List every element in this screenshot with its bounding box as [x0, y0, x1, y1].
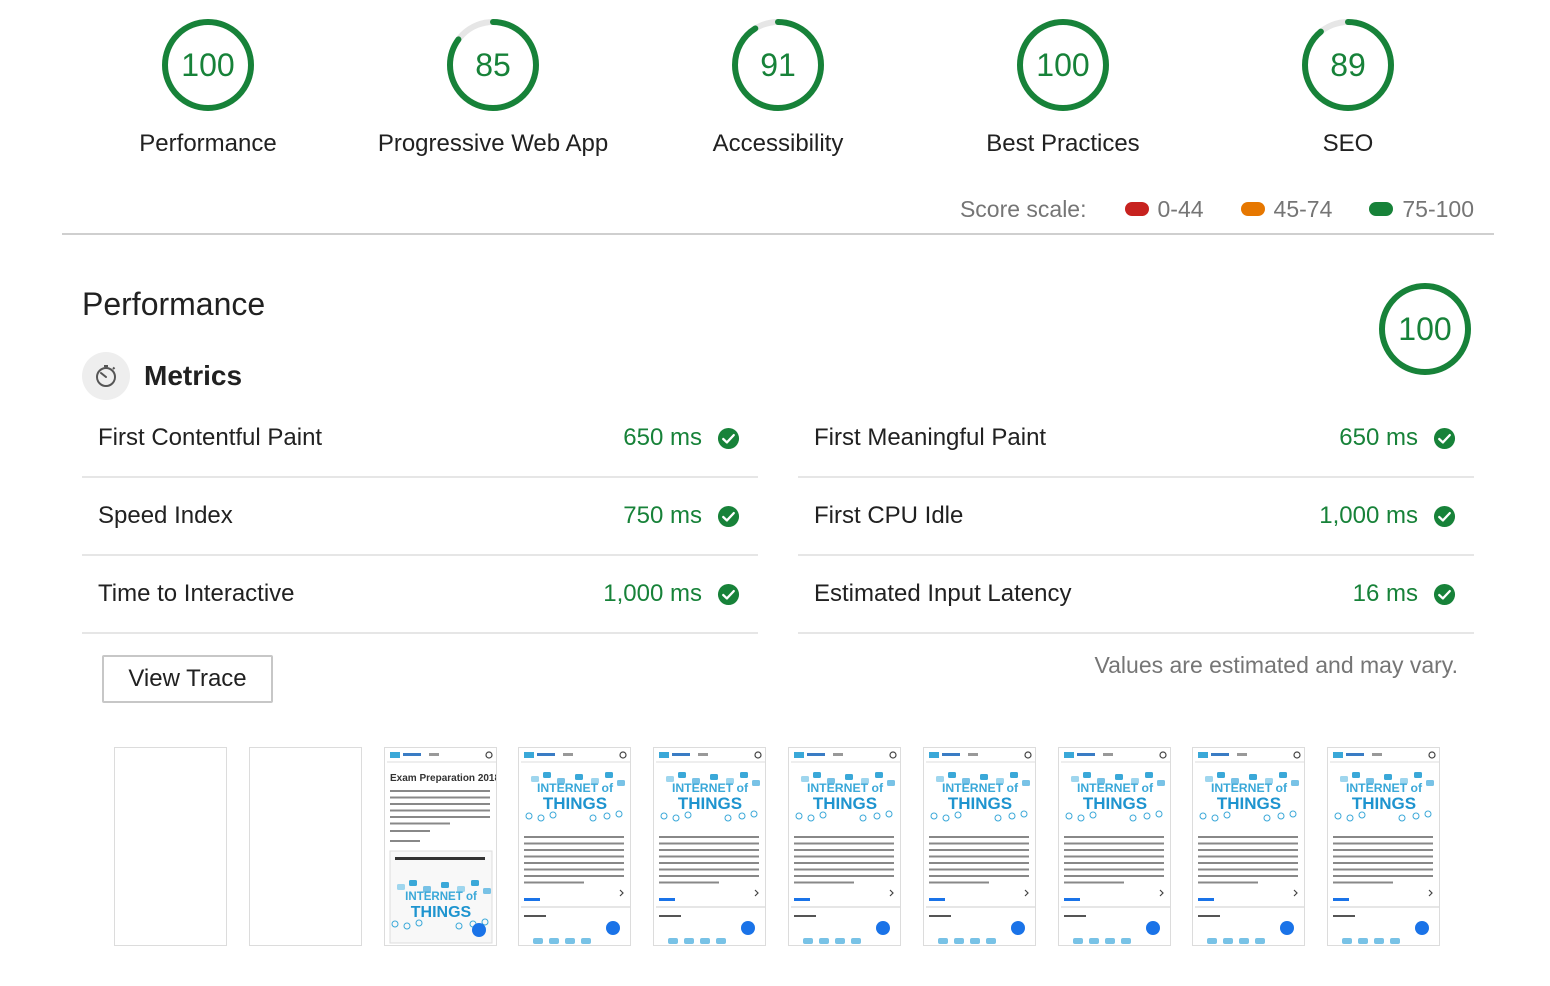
filmstrip-frame: INTERNET of THINGS	[1057, 747, 1171, 946]
metric-name: Speed Index	[98, 502, 233, 529]
metric-value: 750 ms	[623, 502, 702, 529]
scale-item-fail: 0-44	[1124, 192, 1204, 226]
metric-speed-index: Speed Index 750 ms	[82, 478, 758, 556]
metrics-title: Metrics	[144, 360, 243, 391]
metric-first-cpu-idle: First CPU Idle 1,000 ms	[798, 478, 1474, 556]
filmstrip-frame: INTERNET of THINGS	[653, 747, 767, 946]
metric-value: 1,000 ms	[1319, 502, 1418, 529]
page-thumbnail: INTERNET ofTHINGS	[925, 751, 1035, 944]
svg-text:THINGS: THINGS	[1217, 794, 1281, 813]
gauge-performance[interactable]: 100 Performance	[78, 17, 338, 158]
score-scale: Score scale: 0-44 45-74 75-100	[960, 192, 1474, 226]
filmstrip-frame-blank	[248, 747, 362, 946]
svg-text:INTERNET of: INTERNET of	[1346, 781, 1423, 795]
pass-check-icon	[1433, 583, 1456, 606]
filmstrip-frame: INTERNET of THINGS	[1327, 747, 1441, 946]
gauge-label: Best Practices	[986, 130, 1140, 157]
svg-text:INTERNET of: INTERNET of	[1211, 781, 1288, 795]
metric-value: 650 ms	[1339, 424, 1418, 451]
svg-text:THINGS: THINGS	[1082, 794, 1146, 813]
gauge-label: Progressive Web App	[377, 130, 609, 157]
page-thumbnail: INTERNET ofTHINGS	[656, 751, 766, 944]
metric-value: 16 ms	[1352, 580, 1418, 607]
pass-pill-icon	[1369, 202, 1394, 216]
page-thumbnail: INTERNET ofTHINGS	[1060, 751, 1170, 944]
gauge-score: 85	[475, 47, 511, 83]
category-gauges: 100 Performance 85 Progressive Web App 9…	[0, 0, 1550, 180]
pass-check-icon	[1433, 505, 1456, 528]
svg-text:INTERNET of: INTERNET of	[672, 781, 749, 795]
metric-name: First Contentful Paint	[98, 424, 323, 451]
svg-text:INTERNET of: INTERNET of	[807, 781, 884, 795]
metric-estimated-input-latency: Estimated Input Latency 16 ms	[798, 556, 1474, 634]
filmstrip-frame: Exam Preparation 2018 INTERNET of THINGS	[383, 747, 497, 946]
estimate-note: Values are estimated and may vary.	[1094, 652, 1459, 678]
svg-text:THINGS: THINGS	[410, 904, 471, 921]
filmstrip-frame: INTERNET of THINGS	[922, 747, 1036, 946]
view-trace-button[interactable]: View Trace	[102, 655, 273, 703]
filmstrip-frame: INTERNET of THINGS	[518, 747, 632, 946]
gauge-pwa[interactable]: 85 Progressive Web App	[363, 17, 623, 158]
metric-value: 650 ms	[623, 424, 702, 451]
pass-check-icon	[717, 505, 740, 528]
gauge-label: Performance	[139, 130, 277, 157]
page-thumbnail: INTERNET ofTHINGS	[1330, 751, 1440, 944]
page-thumbnail: INTERNET ofTHINGS	[791, 751, 900, 944]
metrics-header: Metrics	[82, 352, 242, 400]
svg-text:THINGS: THINGS	[948, 794, 1012, 813]
gauge-score: 100	[181, 47, 235, 83]
gauge-score: 91	[760, 47, 796, 83]
performance-section-title: Performance	[82, 286, 266, 322]
gauge-label: Accessibility	[712, 130, 844, 157]
pass-check-icon	[717, 583, 740, 606]
metric-first-meaningful-paint: First Meaningful Paint 650 ms	[798, 400, 1474, 478]
svg-text:INTERNET of: INTERNET of	[942, 781, 1019, 795]
scale-item-pass: 75-100	[1369, 192, 1474, 226]
svg-text:THINGS: THINGS	[678, 794, 742, 813]
gauge-score: 100	[1036, 47, 1090, 83]
filmstrip-frame-blank	[114, 747, 227, 946]
metric-time-to-interactive: Time to Interactive 1,000 ms	[82, 556, 758, 634]
filmstrip-frame: INTERNET of THINGS	[1192, 747, 1306, 946]
svg-text:INTERNET of: INTERNET of	[537, 781, 614, 795]
svg-text:THINGS: THINGS	[813, 794, 877, 813]
svg-text:THINGS: THINGS	[1352, 794, 1416, 813]
metric-name: Time to Interactive	[98, 580, 295, 607]
metric-first-contentful-paint: First Contentful Paint 650 ms	[82, 400, 758, 478]
pass-check-icon	[717, 427, 740, 450]
performance-score-gauge: 100	[1377, 281, 1473, 377]
metric-name: First CPU Idle	[814, 502, 964, 529]
gauge-score: 100	[1398, 311, 1452, 347]
metric-value: 1,000 ms	[603, 580, 702, 607]
gauge-seo[interactable]: 89 SEO	[1218, 17, 1478, 158]
scale-range: 0-44	[1157, 196, 1204, 222]
metric-name: First Meaningful Paint	[814, 424, 1047, 451]
fail-pill-icon	[1124, 202, 1149, 216]
scale-item-average: 45-74	[1240, 192, 1333, 226]
section-divider	[62, 233, 1494, 235]
page-thumbnail: INTERNET ofTHINGS	[1195, 751, 1305, 944]
page-thumbnail: INTERNET ofTHINGS	[521, 751, 631, 944]
svg-text:THINGS: THINGS	[543, 794, 607, 813]
gauge-best-practices[interactable]: 100 Best Practices	[933, 17, 1193, 158]
filmstrip-frame: INTERNET of THINGS	[788, 747, 901, 946]
svg-text:INTERNET of: INTERNET of	[405, 891, 477, 903]
svg-text:Exam Preparation 2018: Exam Preparation 2018	[390, 773, 496, 784]
average-pill-icon	[1240, 202, 1265, 216]
svg-text:INTERNET of: INTERNET of	[1077, 781, 1154, 795]
scale-range: 75-100	[1402, 196, 1474, 222]
stopwatch-icon	[82, 352, 130, 400]
pass-check-icon	[1433, 427, 1456, 450]
score-scale-label: Score scale:	[959, 196, 1087, 222]
scale-range: 45-74	[1273, 196, 1333, 222]
gauge-score: 89	[1330, 47, 1366, 83]
metric-name: Estimated Input Latency	[814, 580, 1072, 607]
gauge-label: SEO	[1322, 130, 1374, 157]
page-thumbnail: Exam Preparation 2018 INTERNET ofTHINGS	[386, 751, 496, 944]
gauge-accessibility[interactable]: 91 Accessibility	[648, 17, 908, 158]
